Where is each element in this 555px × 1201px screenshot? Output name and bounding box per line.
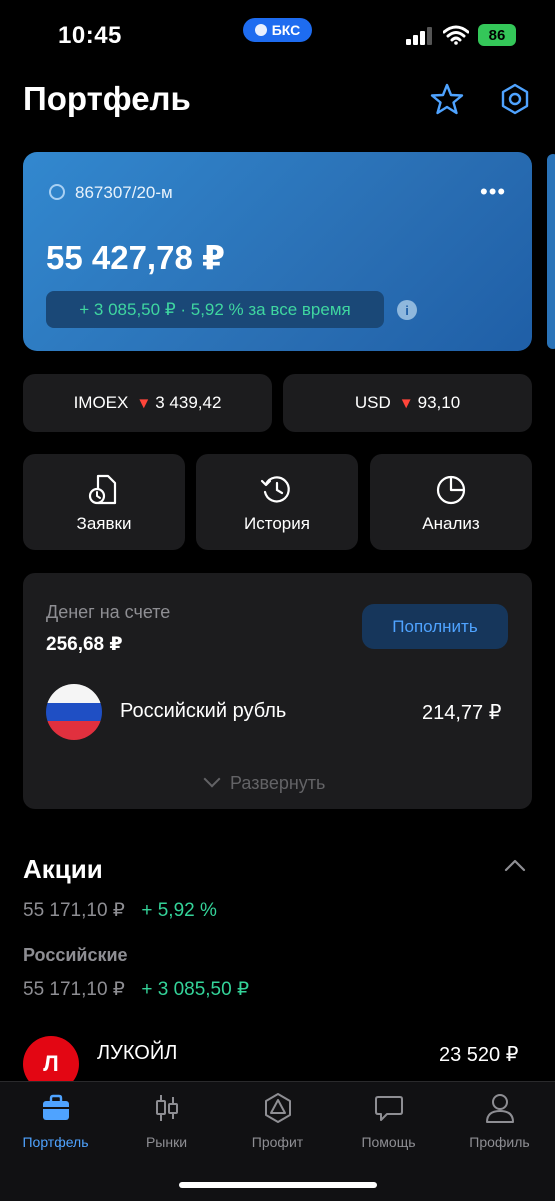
index-tile-imoex[interactable]: IMOEX ▼ 3 439,42	[23, 374, 272, 432]
account-status-icon	[49, 184, 65, 200]
candlestick-chart-icon	[155, 1095, 178, 1121]
down-arrow-icon: ▼	[136, 394, 152, 412]
account-number: 867307/20-м	[75, 183, 173, 202]
tab-profile[interactable]: Профиль	[444, 1092, 555, 1150]
orders-button[interactable]: Заявки	[23, 454, 185, 550]
currency-value: 214,77 ₽	[422, 702, 502, 724]
stocks-group-total: 55 171,10 ₽	[23, 979, 125, 1000]
app-indicator-pill: БКС	[243, 18, 312, 42]
index-value: 93,10	[417, 393, 461, 412]
index-tile-usd[interactable]: USD ▼ 93,10	[283, 374, 532, 432]
analysis-pie-icon	[436, 475, 466, 505]
stocks-group-change: + 3 085,50 ₽	[141, 979, 250, 1000]
info-icon[interactable]: i	[397, 300, 417, 320]
analysis-button[interactable]: Анализ	[370, 454, 532, 550]
portfolio-balance: 55 427,78 ₽	[46, 239, 225, 276]
tab-profit[interactable]: Профит	[222, 1092, 333, 1150]
wifi-icon	[443, 25, 469, 45]
home-indicator[interactable]	[179, 1182, 377, 1188]
chevron-down-icon	[203, 770, 221, 788]
app-logo-icon	[254, 24, 267, 36]
battery-indicator: 86	[478, 24, 516, 46]
tab-label: Помощь	[361, 1134, 416, 1150]
expand-button[interactable]: Развернуть	[203, 770, 326, 794]
profit-hexagon-icon	[264, 1093, 291, 1123]
portfolio-change-badge: + 3 085,50 ₽ · 5,92 % за все время	[46, 291, 384, 328]
history-button[interactable]: История	[196, 454, 358, 550]
next-account-card-peek[interactable]	[547, 154, 555, 349]
cash-balance-label: Денег на счете	[46, 602, 171, 622]
tab-portfolio[interactable]: Портфель	[0, 1092, 111, 1150]
status-time: 10:45	[58, 22, 122, 49]
stocks-summary: 55 171,10 ₽ + 5,92 %	[23, 899, 217, 922]
index-name: USD	[354, 393, 391, 412]
history-icon	[260, 476, 290, 503]
tab-label: Рынки	[145, 1134, 188, 1150]
stock-value: 23 520 ₽	[439, 1044, 519, 1066]
more-options-icon[interactable]: •••	[480, 181, 506, 203]
tab-markets[interactable]: Рынки	[111, 1092, 222, 1150]
battery-level: 86	[488, 26, 506, 44]
stocks-section-title: Акции	[23, 854, 103, 884]
currency-name[interactable]: Российский рубль	[120, 700, 286, 723]
app-indicator-label: БКС	[271, 22, 301, 38]
stock-name[interactable]: ЛУКОЙЛ	[97, 1042, 177, 1065]
index-name: IMOEX	[73, 393, 129, 412]
tab-label: Профит	[251, 1134, 304, 1150]
orders-icon	[88, 474, 117, 505]
cellular-signal-icon	[406, 27, 432, 45]
tab-label: Портфель	[22, 1134, 89, 1150]
chat-bubble-icon	[374, 1096, 403, 1121]
russia-flag-icon	[46, 684, 102, 740]
down-arrow-icon: ▼	[398, 394, 414, 412]
stocks-total: 55 171,10 ₽	[23, 900, 125, 921]
stocks-group-title: Российские	[23, 945, 128, 965]
top-up-label: Пополнить	[392, 616, 478, 636]
expand-label: Развернуть	[230, 773, 326, 793]
tab-label: Профиль	[469, 1134, 530, 1150]
person-icon	[485, 1094, 514, 1123]
settings-gear-icon[interactable]	[498, 82, 532, 116]
stocks-group-summary: 55 171,10 ₽ + 3 085,50 ₽	[23, 978, 249, 1001]
stocks-total-change: + 5,92 %	[141, 900, 217, 921]
tab-help[interactable]: Помощь	[333, 1092, 444, 1150]
favorites-star-icon[interactable]	[430, 82, 464, 116]
index-value: 3 439,42	[155, 393, 222, 412]
page-title: Портфель	[23, 80, 191, 117]
chevron-up-icon[interactable]	[503, 856, 527, 876]
portfolio-change-text: + 3 085,50 ₽ · 5,92 % за все время	[79, 299, 351, 319]
history-label: История	[244, 514, 310, 533]
cash-balance-value: 256,68 ₽	[46, 634, 123, 655]
top-up-button[interactable]: Пополнить	[362, 604, 508, 649]
briefcase-icon	[42, 1094, 69, 1120]
orders-label: Заявки	[76, 514, 132, 533]
analysis-label: Анализ	[422, 514, 480, 533]
